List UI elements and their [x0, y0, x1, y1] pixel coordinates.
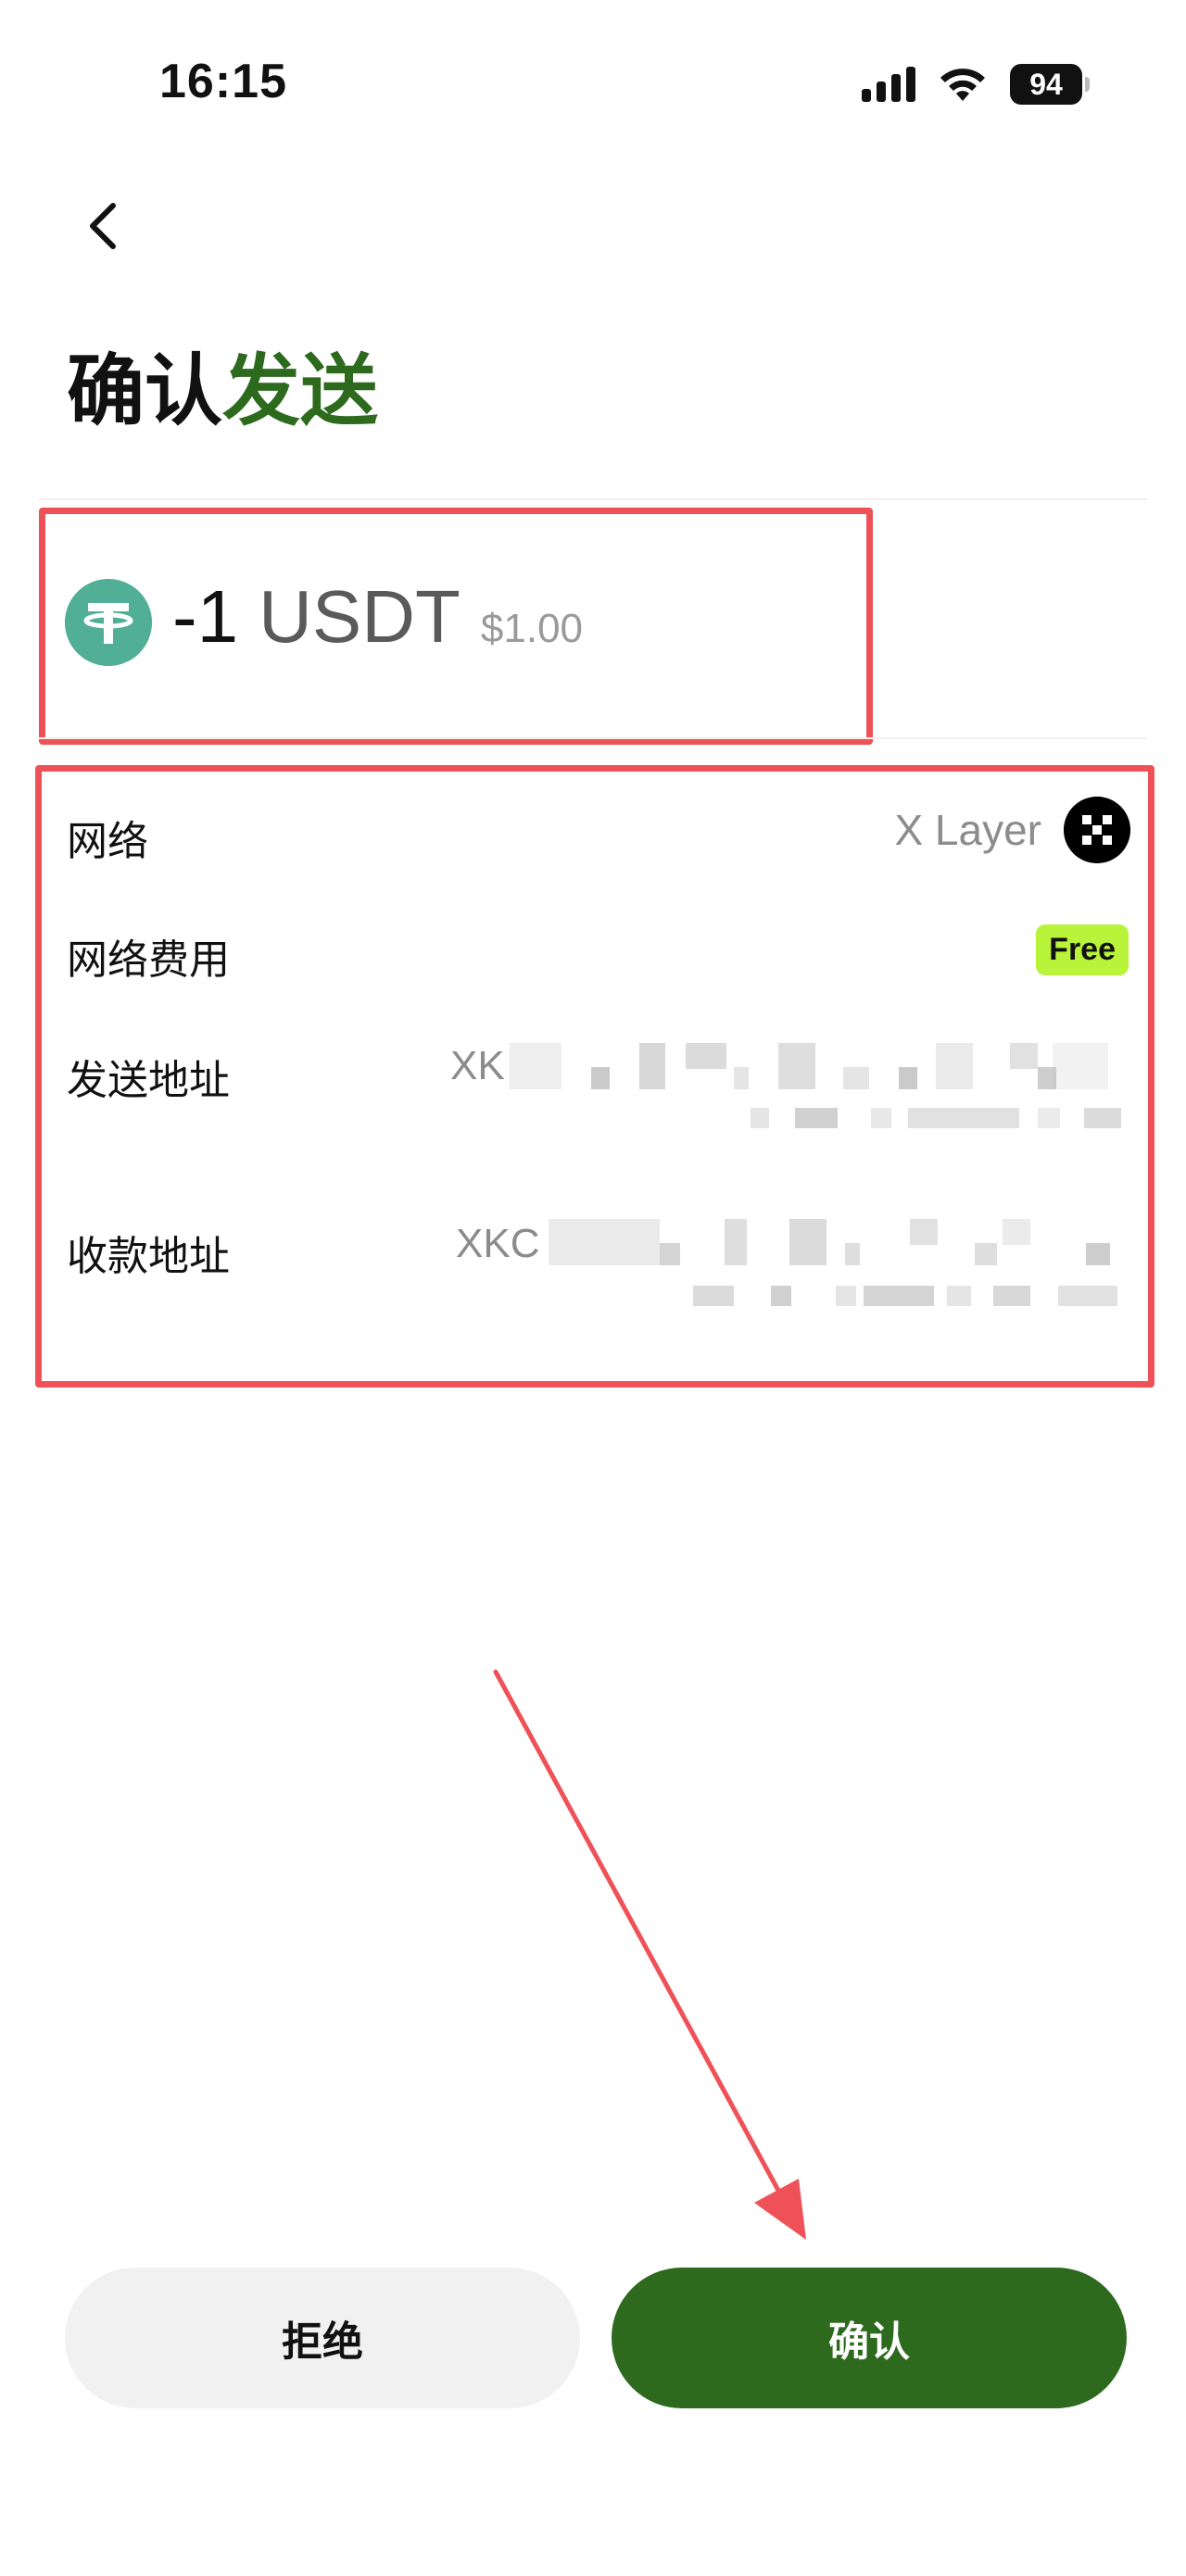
page-title-prefix: 确认: [67, 347, 223, 434]
amount-value: -1: [172, 575, 239, 658]
to-address-value: XKC: [456, 1221, 540, 1266]
wifi-icon: [940, 69, 985, 101]
okx-logo-icon: [1064, 797, 1130, 863]
tether-icon: [65, 579, 152, 666]
to-address-label: 收款地址: [67, 1234, 230, 1279]
from-address-value: XK: [450, 1043, 505, 1088]
amount-row: -1 USDT $1.00: [172, 574, 583, 660]
fee-free-badge: Free: [1036, 924, 1129, 975]
page-title: 确认发送: [67, 345, 378, 437]
network-value-row: X Layer: [894, 797, 1130, 863]
battery-icon: 94: [1010, 64, 1090, 105]
amount-unit: USDT: [259, 575, 461, 658]
network-value: X Layer: [894, 806, 1041, 854]
divider: [39, 737, 1147, 739]
status-time: 16:15: [159, 55, 287, 108]
fee-label: 网络费用: [67, 937, 230, 983]
network-label: 网络: [67, 819, 148, 864]
page-title-suffix: 发送: [222, 347, 379, 434]
from-address-label: 发送地址: [67, 1058, 230, 1103]
reject-button[interactable]: 拒绝: [65, 2268, 580, 2408]
cellular-signal-icon: [862, 67, 915, 102]
from-address-pixelated: [500, 1043, 1127, 1139]
back-chevron-icon[interactable]: [82, 200, 122, 252]
confirm-button[interactable]: 确认: [612, 2268, 1127, 2408]
status-icons: 94: [862, 61, 1090, 107]
to-address-pixelated: [539, 1219, 1127, 1315]
amount-fiat: $1.00: [480, 606, 584, 651]
divider: [39, 498, 1147, 500]
